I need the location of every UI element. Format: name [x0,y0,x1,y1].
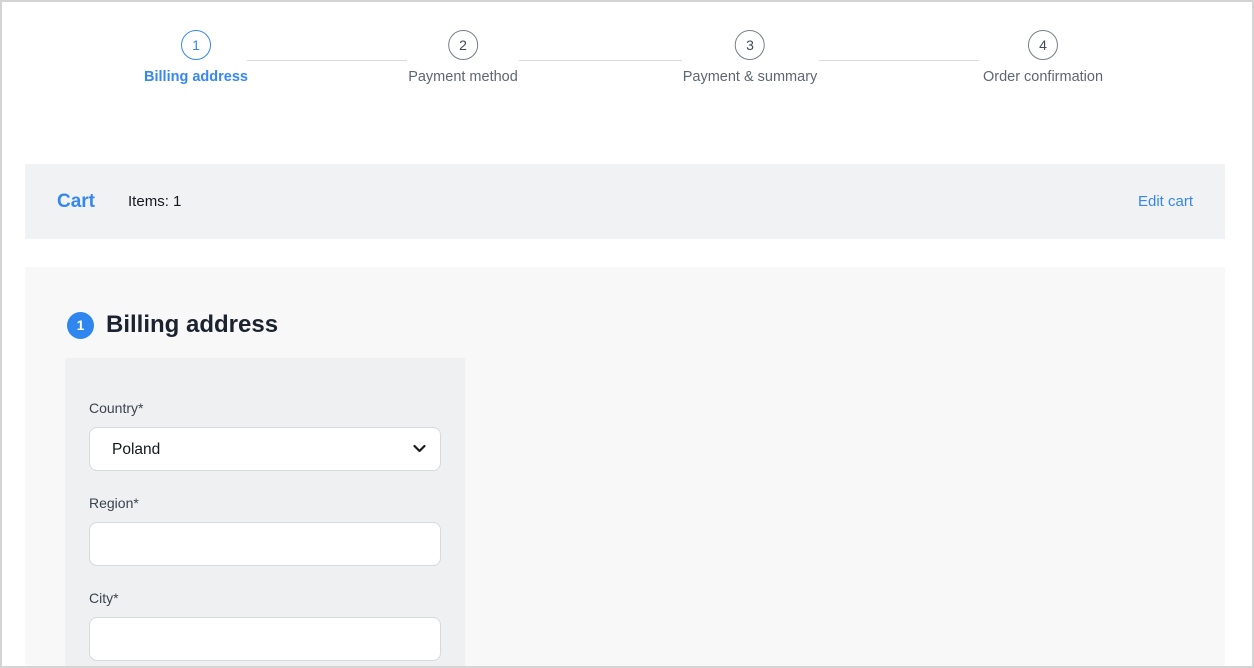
checkout-stepper: 1 Billing address 2 Payment method 3 Pay… [2,2,1252,122]
stepper-step-billing-address[interactable]: 1 Billing address [144,30,248,85]
billing-address-form: Country* Poland Region* City* [65,358,465,666]
stepper-step-payment-summary[interactable]: 3 Payment & summary [683,30,818,85]
step-4-label: Order confirmation [983,69,1103,85]
region-field-group: Region* [89,495,441,566]
checkout-page: 1 Billing address 2 Payment method 3 Pay… [0,0,1254,668]
step-1-label: Billing address [144,69,248,85]
step-3-circle: 3 [735,30,765,60]
region-label: Region* [89,495,441,511]
billing-address-section: 1 Billing address Country* Poland Region… [25,267,1225,666]
stepper-step-order-confirmation[interactable]: 4 Order confirmation [983,30,1103,85]
cart-title: Cart [57,191,95,213]
section-title: Billing address [106,311,278,339]
step-connector-1 [247,60,407,61]
city-input[interactable] [89,617,441,661]
region-input[interactable] [89,522,441,566]
city-label: City* [89,590,441,606]
step-3-label: Payment & summary [683,69,818,85]
cart-summary-bar: Cart Items: 1 Edit cart [25,164,1225,239]
cart-items-count: Items: 1 [128,193,181,210]
country-label: Country* [89,400,441,416]
stepper-step-payment-method[interactable]: 2 Payment method [408,30,518,85]
step-connector-3 [819,60,979,61]
step-4-circle: 4 [1028,30,1058,60]
section-heading: 1 Billing address [25,267,1225,339]
step-2-circle: 2 [448,30,478,60]
country-field-group: Country* Poland [89,400,441,471]
step-connector-2 [519,60,682,61]
step-2-label: Payment method [408,69,518,85]
step-1-circle: 1 [181,30,211,60]
step-number-badge: 1 [67,312,94,339]
country-select[interactable]: Poland [89,427,441,471]
edit-cart-link[interactable]: Edit cart [1138,193,1193,210]
city-field-group: City* [89,590,441,661]
